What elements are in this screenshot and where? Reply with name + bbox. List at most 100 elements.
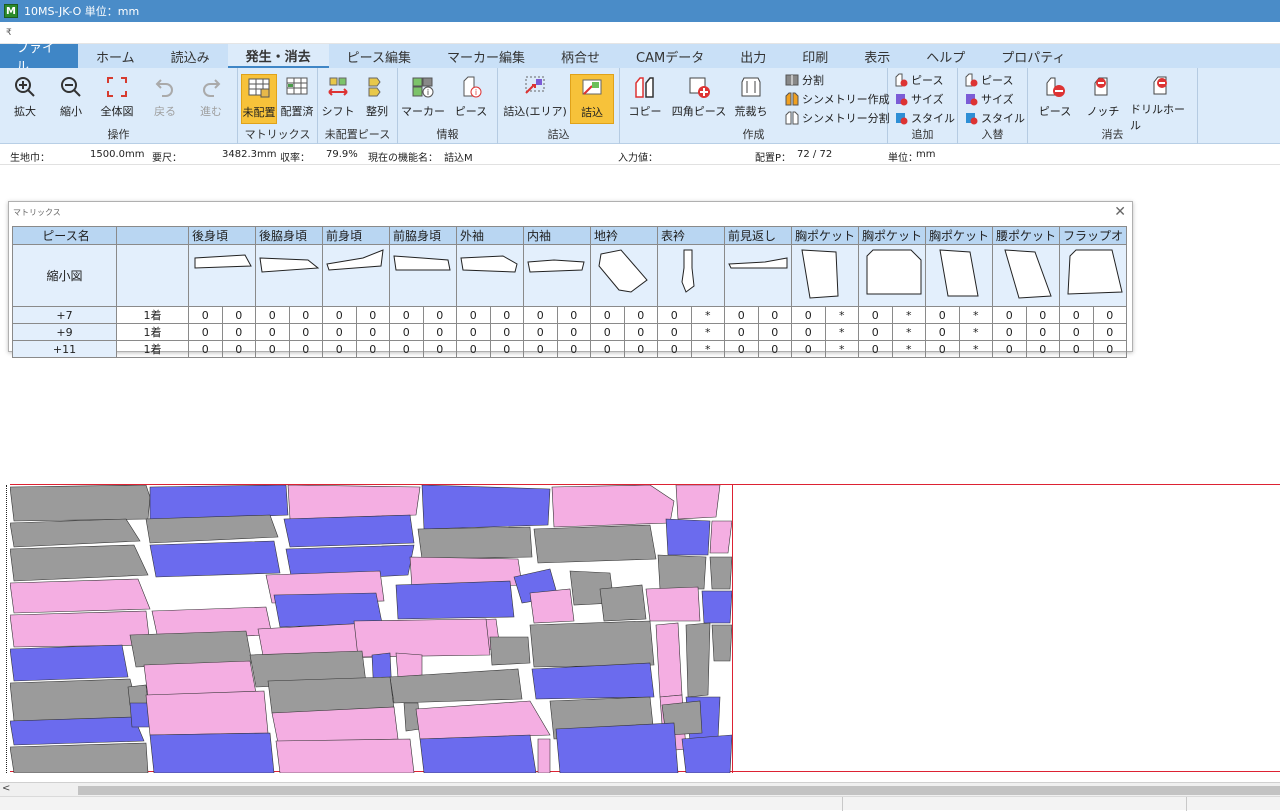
pattern-piece[interactable] bbox=[353, 618, 491, 658]
count-cell[interactable]: 0 bbox=[724, 340, 759, 358]
tab-12[interactable]: プロパティ bbox=[983, 44, 1083, 68]
count-cell[interactable]: 0 bbox=[556, 306, 591, 324]
count-cell[interactable]: * bbox=[958, 306, 993, 324]
pattern-piece[interactable] bbox=[537, 738, 551, 773]
marker-info-button[interactable]: i マーカー bbox=[400, 74, 446, 124]
tab-2[interactable]: 読込み bbox=[153, 44, 228, 68]
count-cell[interactable]: * bbox=[891, 340, 926, 358]
count-cell[interactable]: 0 bbox=[1092, 323, 1127, 341]
count-cell[interactable]: * bbox=[958, 323, 993, 341]
count-cell[interactable]: 0 bbox=[791, 323, 826, 341]
pattern-piece[interactable] bbox=[10, 578, 151, 614]
pattern-piece[interactable] bbox=[533, 524, 657, 564]
count-cell[interactable]: 0 bbox=[1059, 340, 1094, 358]
pattern-piece[interactable] bbox=[145, 690, 269, 736]
nest-button[interactable]: 詰込 bbox=[570, 74, 614, 124]
delete-notch-button[interactable]: ノッチ bbox=[1080, 74, 1126, 124]
count-cell[interactable]: * bbox=[690, 323, 725, 341]
count-cell[interactable]: 0 bbox=[925, 340, 960, 358]
count-cell[interactable]: 0 bbox=[590, 306, 625, 324]
tab-0[interactable]: ファイル bbox=[0, 41, 78, 75]
count-cell[interactable]: 0 bbox=[456, 340, 491, 358]
piece-thumbnail[interactable] bbox=[456, 244, 524, 307]
pattern-piece[interactable] bbox=[145, 514, 279, 544]
tab-1[interactable]: ホーム bbox=[78, 44, 153, 68]
count-cell[interactable]: 0 bbox=[422, 306, 457, 324]
count-cell[interactable]: 0 bbox=[523, 306, 558, 324]
count-cell[interactable]: * bbox=[958, 340, 993, 358]
piece-thumbnail[interactable] bbox=[255, 244, 323, 307]
count-cell[interactable]: 0 bbox=[623, 306, 658, 324]
shift-button[interactable]: シフト bbox=[318, 74, 358, 124]
count-cell[interactable]: 0 bbox=[724, 323, 759, 341]
add-size-button[interactable]: サイズ bbox=[894, 90, 944, 107]
count-cell[interactable]: 0 bbox=[657, 306, 692, 324]
pattern-piece[interactable] bbox=[275, 738, 415, 773]
count-cell[interactable]: 0 bbox=[322, 340, 357, 358]
count-cell[interactable]: 0 bbox=[590, 340, 625, 358]
pattern-piece[interactable] bbox=[529, 588, 575, 624]
count-cell[interactable]: 0 bbox=[623, 340, 658, 358]
pattern-piece[interactable] bbox=[10, 544, 149, 582]
count-cell[interactable]: 0 bbox=[858, 340, 893, 358]
piece-thumbnail[interactable] bbox=[724, 244, 792, 307]
count-cell[interactable]: 0 bbox=[221, 340, 256, 358]
add-piece-button[interactable]: ピース bbox=[894, 71, 943, 88]
tab-9[interactable]: 印刷 bbox=[784, 44, 846, 68]
horizontal-scrollbar[interactable]: < bbox=[0, 782, 1280, 796]
count-cell[interactable]: 0 bbox=[255, 340, 290, 358]
count-cell[interactable]: 0 bbox=[288, 340, 323, 358]
fit-all-button[interactable]: 全体図 bbox=[94, 74, 140, 124]
piece-thumbnail[interactable] bbox=[657, 244, 725, 307]
piece-thumbnail[interactable] bbox=[523, 244, 591, 307]
count-cell[interactable]: 0 bbox=[188, 340, 223, 358]
tab-4[interactable]: ピース編集 bbox=[329, 44, 429, 68]
pattern-piece[interactable] bbox=[645, 586, 701, 622]
zoom-in-button[interactable]: 拡大 bbox=[2, 74, 48, 124]
count-cell[interactable]: 0 bbox=[255, 306, 290, 324]
tab-8[interactable]: 出力 bbox=[722, 44, 784, 68]
tab-7[interactable]: CAMデータ bbox=[618, 44, 722, 68]
piece-thumbnail[interactable] bbox=[188, 244, 256, 307]
scroll-left-icon[interactable]: < bbox=[2, 783, 10, 794]
pattern-piece[interactable] bbox=[685, 622, 711, 698]
piece-header[interactable]: 胸ポケット bbox=[925, 226, 993, 245]
pattern-piece[interactable] bbox=[10, 485, 151, 522]
count-cell[interactable]: 0 bbox=[992, 306, 1027, 324]
count-cell[interactable]: * bbox=[690, 340, 725, 358]
pattern-piece[interactable] bbox=[675, 485, 721, 520]
piece-header[interactable]: 腰ポケット bbox=[992, 226, 1060, 245]
pattern-piece[interactable] bbox=[417, 526, 533, 560]
pattern-piece[interactable] bbox=[711, 624, 732, 662]
copy-button[interactable]: コピー bbox=[622, 74, 668, 124]
count-cell[interactable]: 0 bbox=[992, 323, 1027, 341]
count-cell[interactable]: 0 bbox=[1092, 340, 1127, 358]
pattern-piece[interactable] bbox=[419, 734, 537, 773]
split-button[interactable]: 分割 bbox=[785, 71, 824, 88]
quick-access-toolbar[interactable]: ₹ bbox=[0, 22, 1280, 44]
count-cell[interactable]: 0 bbox=[489, 340, 524, 358]
pattern-piece[interactable] bbox=[10, 518, 141, 548]
replace-style-button[interactable]: スタイル bbox=[964, 109, 1025, 126]
count-cell[interactable]: 0 bbox=[456, 306, 491, 324]
align-button[interactable]: 整列 bbox=[358, 74, 396, 124]
piece-header[interactable]: 後脇身頃 bbox=[255, 226, 323, 245]
count-cell[interactable]: 0 bbox=[288, 306, 323, 324]
count-cell[interactable]: * bbox=[824, 323, 859, 341]
tab-10[interactable]: 表示 bbox=[846, 44, 908, 68]
close-icon[interactable]: ✕ bbox=[1114, 204, 1126, 220]
count-cell[interactable]: 0 bbox=[1059, 306, 1094, 324]
pattern-piece[interactable] bbox=[555, 722, 679, 773]
piece-header[interactable]: フラップオ bbox=[1059, 226, 1127, 245]
unplaced-button[interactable]: 未配置 bbox=[241, 74, 277, 124]
count-cell[interactable]: 0 bbox=[456, 323, 491, 341]
count-cell[interactable]: 0 bbox=[757, 306, 792, 324]
piece-thumbnail[interactable] bbox=[925, 244, 993, 307]
pattern-piece[interactable] bbox=[701, 590, 732, 624]
pattern-piece[interactable] bbox=[551, 485, 675, 528]
delete-drillhole-button[interactable]: ドリルホール bbox=[1130, 74, 1194, 132]
replace-size-button[interactable]: サイズ bbox=[964, 90, 1014, 107]
count-cell[interactable]: * bbox=[891, 306, 926, 324]
count-cell[interactable]: 0 bbox=[623, 323, 658, 341]
piece-header[interactable]: 胸ポケット bbox=[858, 226, 926, 245]
